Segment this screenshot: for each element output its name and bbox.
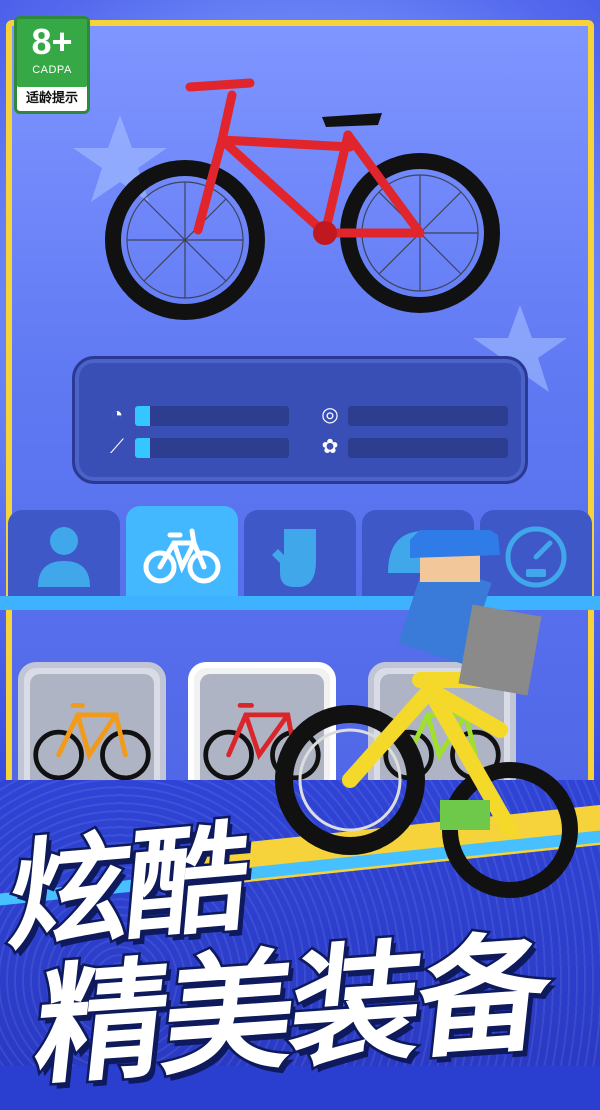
medal-icon: ✿: [321, 436, 339, 458]
age-rating-org: CADPA: [32, 64, 72, 76]
bike-icon: [143, 528, 221, 584]
preview-bike-image[interactable]: [100, 65, 520, 335]
tab-rider[interactable]: [8, 510, 120, 602]
age-rating-top: 8+ CADPA: [17, 19, 87, 87]
orange-bike-thumbnail: [33, 703, 151, 781]
coins-icon: ◎: [321, 404, 339, 426]
age-rating-badge: 8+ CADPA 适龄提示: [14, 16, 90, 114]
bike-stats-panel: ◔ ◎ ⟋ ✿: [72, 356, 528, 484]
terrain-icon: ⟋: [110, 436, 124, 458]
slogan-line-2: 精美装备: [26, 888, 557, 1110]
rider-character-image: [275, 530, 578, 898]
age-rating-label: 适龄提示: [25, 90, 78, 105]
stat-coins-track: [348, 406, 508, 426]
tab-bike[interactable]: [126, 506, 238, 602]
age-rating-number: 8+: [31, 21, 73, 62]
stat-speed-fill: [135, 406, 151, 426]
speed-gauge-icon: ◔: [110, 404, 124, 426]
stat-medal-track: [348, 438, 508, 458]
stat-terrain-fill: [135, 438, 151, 458]
stat-speed-track: [135, 406, 289, 426]
slogan-line-2-text: 精美装备: [26, 914, 556, 1106]
rider-icon: [38, 527, 90, 587]
stat-terrain-track: [135, 438, 289, 458]
